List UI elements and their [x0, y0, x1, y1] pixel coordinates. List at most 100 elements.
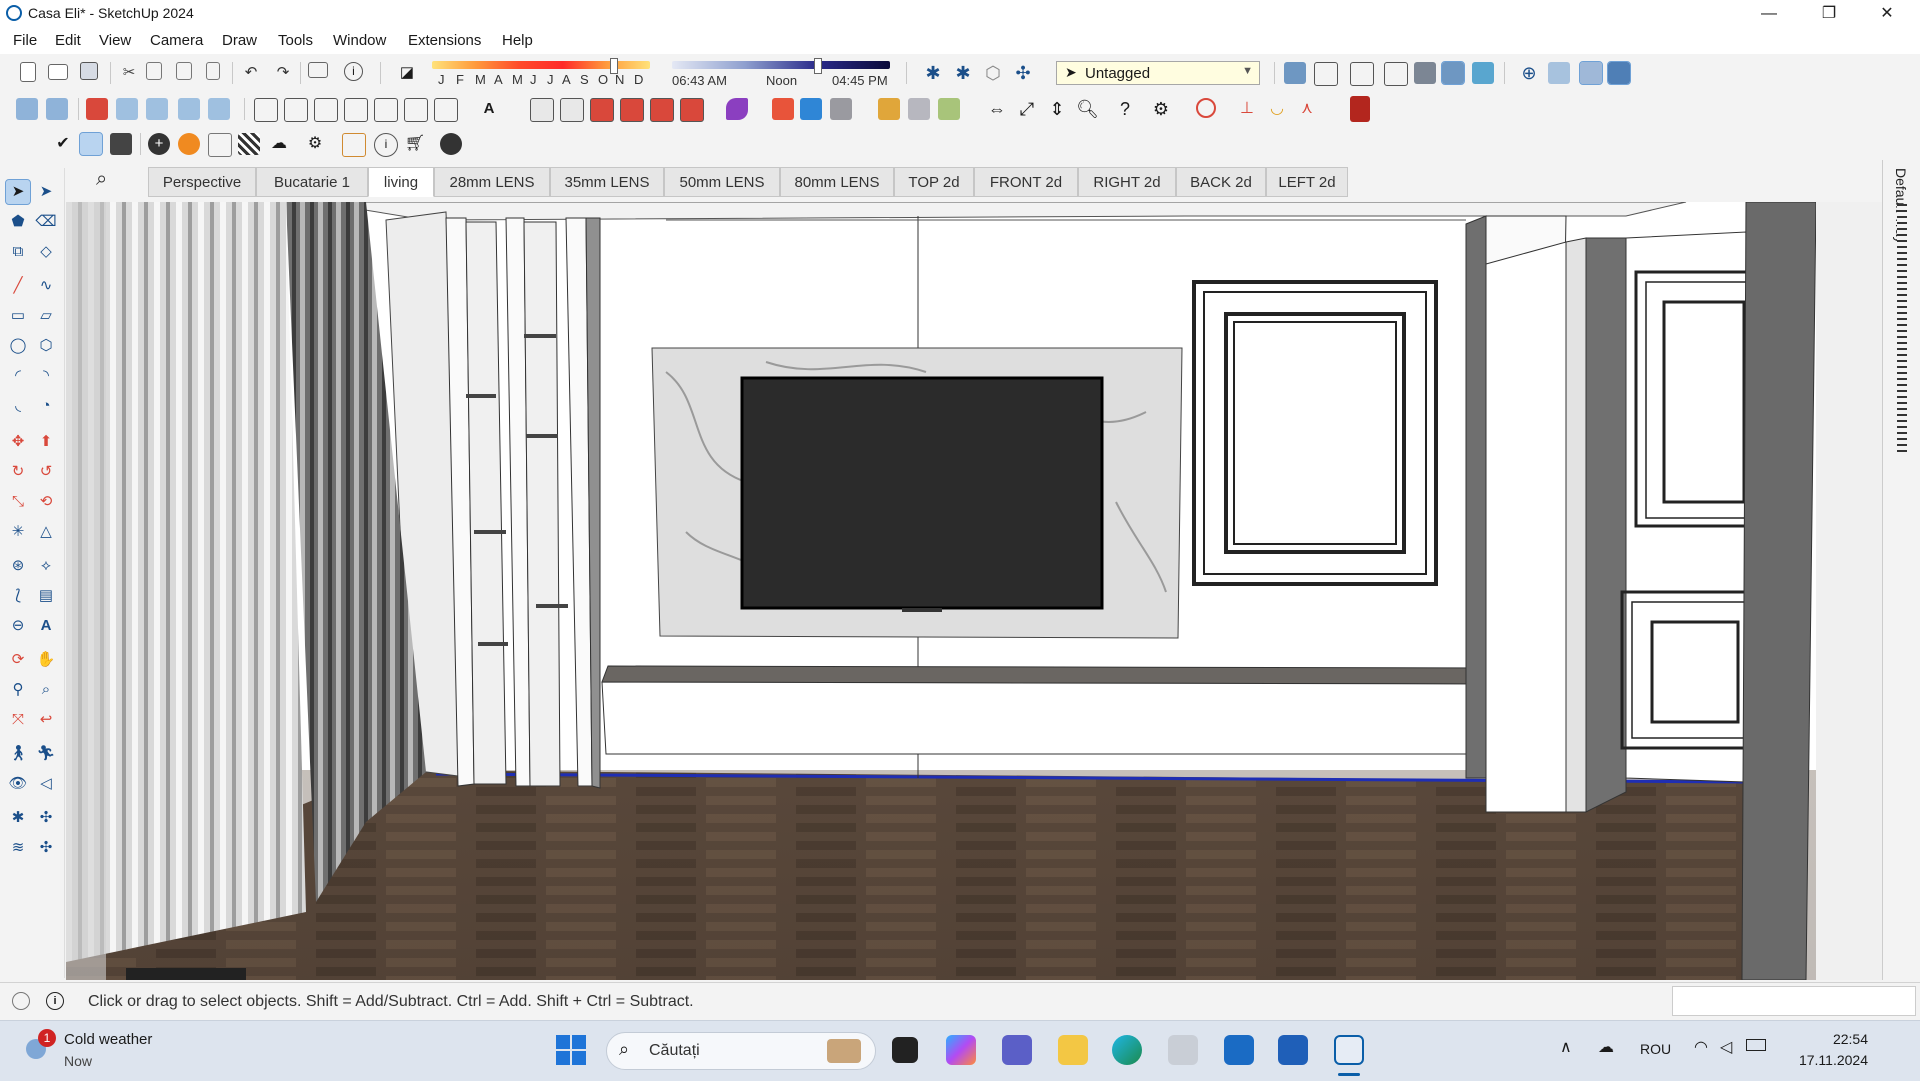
user-account-icon[interactable] [440, 133, 462, 155]
push-pull-icon[interactable]: ⬆ [34, 430, 58, 454]
gear-settings-icon[interactable]: ⚙ [304, 133, 326, 155]
circle-tool-icon[interactable]: ◯ [6, 334, 30, 358]
walk-tool-icon[interactable]: 🏃︎ [34, 742, 58, 766]
windows-start-icon[interactable] [556, 1035, 586, 1065]
open-folder-icon[interactable] [48, 64, 68, 80]
outlook-icon[interactable] [1224, 1035, 1254, 1065]
xray-style-icon[interactable] [1284, 62, 1306, 84]
right-camera-icon[interactable] [344, 98, 368, 122]
tab-front-2d[interactable]: FRONT 2d [974, 167, 1078, 197]
tag-tool-icon[interactable]: ◇ [34, 240, 58, 264]
erase-delete-icon[interactable] [206, 62, 220, 80]
battery-icon[interactable] [1746, 1039, 1766, 1051]
onedrive-cloud-icon[interactable]: ☁ [1598, 1037, 1614, 1057]
solid-trim-icon[interactable] [620, 98, 644, 122]
info-icon[interactable]: i [46, 992, 64, 1010]
menu-help[interactable]: Help [502, 32, 533, 49]
make-component-icon[interactable]: ⧉ [6, 240, 30, 264]
material-gray-box-icon[interactable] [830, 98, 852, 120]
add-circle-icon[interactable]: + [148, 133, 170, 155]
drape-icon[interactable] [208, 98, 230, 120]
tab-80mm-lens[interactable]: 80mm LENS [780, 167, 894, 197]
wireframe-style-icon[interactable] [1350, 62, 1374, 86]
default-tray-panel[interactable]: Default Tray [1882, 160, 1920, 980]
layout-send-icon[interactable] [342, 133, 366, 157]
cut-icon[interactable]: ✂ [118, 62, 140, 84]
tab-top-2d[interactable]: TOP 2d [894, 167, 974, 197]
zoom-tool-icon[interactable]: ⚲ [6, 678, 30, 702]
pan-hand-icon[interactable]: ✋ [34, 648, 58, 672]
move-tool-icon[interactable]: ✥ [6, 430, 30, 454]
menu-tools[interactable]: Tools [278, 32, 313, 49]
axes-tool-icon[interactable]: ⟡ [34, 554, 58, 578]
outer-shell-icon[interactable] [680, 98, 704, 122]
tag-dropdown[interactable]: ➤ Untagged ▼ [1056, 61, 1260, 85]
geo-location-icon[interactable] [12, 992, 30, 1010]
smoove-icon[interactable] [146, 98, 168, 120]
model-info-icon[interactable]: i [344, 62, 363, 81]
lasso-select-icon[interactable]: ➤ [34, 180, 58, 204]
tab-bucatarie-1[interactable]: Bucatarie 1 [256, 167, 368, 197]
books-icon[interactable] [208, 133, 232, 157]
selection-toggle-icon[interactable] [79, 132, 103, 156]
undo-icon[interactable]: ↶ [240, 62, 262, 84]
share-model-icon[interactable]: ⬡ [982, 62, 1004, 84]
search-scenes-icon[interactable]: ⌕ [96, 168, 107, 191]
diagonal-arrow-icon[interactable]: ⤢ [1016, 98, 1038, 120]
solid-split-icon[interactable] [650, 98, 674, 122]
section-cuts-icon[interactable] [1548, 62, 1570, 84]
microsoft-store-icon[interactable] [1278, 1035, 1308, 1065]
iso-view-icon[interactable] [16, 98, 38, 120]
menu-file[interactable]: File [13, 32, 37, 49]
left-camera-icon[interactable] [404, 98, 428, 122]
orange-badge-icon[interactable] [178, 133, 200, 155]
tab-right-2d[interactable]: RIGHT 2d [1078, 167, 1176, 197]
zoom-extents-icon[interactable]: ⤧ [6, 708, 30, 732]
arc-tool-icon[interactable]: ◜ [6, 364, 30, 388]
previous-view-icon[interactable]: ↩ [34, 708, 58, 732]
tab-35mm-lens[interactable]: 35mm LENS [550, 167, 664, 197]
move-arrows-icon[interactable]: ⇔ [986, 98, 1008, 120]
material-blue-box-icon[interactable] [800, 98, 822, 120]
component-box-icon[interactable] [878, 98, 900, 120]
select-tool-icon[interactable]: ➤ [5, 179, 31, 205]
dimension-tool-icon[interactable]: ⊛ [6, 554, 30, 578]
three-point-arc-icon[interactable]: ◟ [6, 394, 30, 418]
cart-icon[interactable]: 🛒︎ [404, 133, 426, 155]
shaded-textures-style-icon[interactable] [1441, 61, 1465, 85]
text-tool-icon[interactable]: A [478, 98, 500, 120]
redo-icon[interactable]: ↷ [272, 62, 294, 84]
minimize-button[interactable]: — [1746, 0, 1792, 28]
file-explorer-icon[interactable] [1058, 1035, 1088, 1065]
solid-union-icon[interactable] [530, 98, 554, 122]
extension-warehouse-icon[interactable]: ✱ [952, 62, 974, 84]
stamp-icon[interactable] [178, 98, 200, 120]
menu-extensions[interactable]: Extensions [408, 32, 481, 49]
rotate-tool-icon[interactable]: ↻ [6, 460, 30, 484]
shaded-style-icon[interactable] [1414, 62, 1436, 84]
volume-icon[interactable]: ◁ [1720, 1037, 1732, 1057]
cloud-upload-icon[interactable]: ☁ [268, 133, 290, 155]
solid-intersect-icon[interactable] [560, 98, 584, 122]
sandbox-from-contours-icon[interactable] [86, 98, 108, 120]
clock-date[interactable]: 17.11.2024 [1792, 1052, 1868, 1068]
text-label-icon[interactable]: ⟅ [6, 584, 30, 608]
tab-back-2d[interactable]: BACK 2d [1176, 167, 1266, 197]
iso-camera-icon[interactable] [254, 98, 278, 122]
settings-gear-icon[interactable]: ⚙ [1150, 98, 1172, 120]
component-layers-icon[interactable] [110, 133, 132, 155]
component-options-icon[interactable] [938, 98, 960, 120]
section-fill-icon[interactable] [1579, 61, 1603, 85]
warehouse-tool-icon[interactable]: ✱ [6, 806, 30, 830]
line-tool-icon[interactable]: ╱ [6, 274, 30, 298]
extension-manager-icon[interactable]: ✣ [1012, 62, 1034, 84]
menu-draw[interactable]: Draw [222, 32, 257, 49]
back-camera-icon[interactable] [374, 98, 398, 122]
zoom-magnifier-icon[interactable]: 🔍︎ [1076, 98, 1099, 120]
group-box-icon[interactable] [908, 98, 930, 120]
menu-edit[interactable]: Edit [55, 32, 81, 49]
help-question-icon[interactable]: ? [1114, 98, 1136, 120]
tab-living[interactable]: living [368, 167, 434, 197]
rotated-rectangle-icon[interactable]: ▱ [34, 304, 58, 328]
section-cut-icon[interactable]: ◁ [34, 772, 58, 796]
